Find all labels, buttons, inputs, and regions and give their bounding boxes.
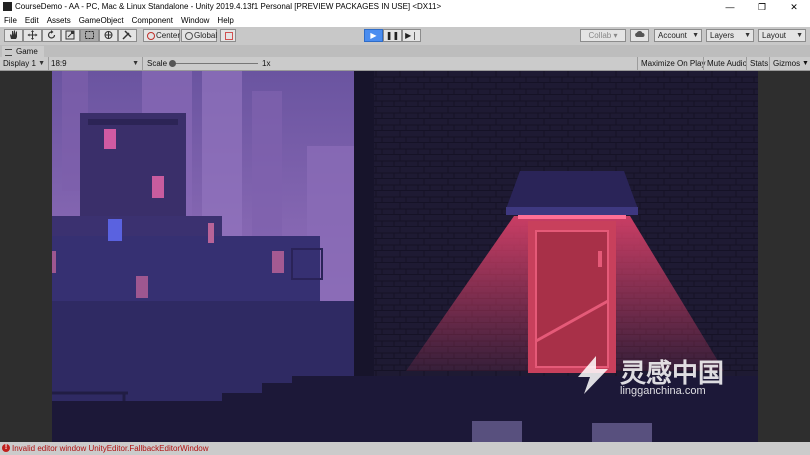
- pivot-center-toggle[interactable]: Center: [143, 29, 180, 42]
- transform-icon: [104, 31, 113, 39]
- play-button[interactable]: ▶: [364, 29, 383, 42]
- scale-slider-track[interactable]: [172, 63, 258, 64]
- divider: [769, 57, 770, 70]
- chevron-down-icon: ▾: [611, 31, 618, 40]
- layout-label: Layout: [762, 31, 787, 40]
- gizmos-chevron-icon[interactable]: ▼: [800, 58, 810, 69]
- space-global-toggle[interactable]: Global: [181, 29, 217, 42]
- game-view-toolbar: Display 1 ▼ 18:9 ▼ Scale 1x Maximize On …: [0, 57, 810, 71]
- transform-tool-button[interactable]: [99, 29, 118, 42]
- maximize-button[interactable]: ❐: [746, 0, 778, 14]
- menu-assets[interactable]: Assets: [43, 14, 75, 27]
- scale-value: 1x: [262, 59, 271, 68]
- chevron-down-icon: ▼: [796, 32, 803, 39]
- status-message[interactable]: Invalid editor window UnityEditor.Fallba…: [12, 443, 209, 454]
- error-icon: !: [2, 444, 10, 452]
- minimize-button[interactable]: —: [714, 0, 746, 14]
- watermark: 灵感中国 lingganchina.com: [572, 351, 757, 411]
- collab-dropdown[interactable]: Collab ▾: [580, 29, 626, 42]
- window-controls: — ❐ ✕: [714, 0, 810, 14]
- divider: [703, 57, 704, 70]
- title-bar: CourseDemo - AA - PC, Mac & Linux Standa…: [0, 0, 810, 14]
- pause-button[interactable]: ❚❚: [383, 29, 402, 42]
- move-tool-button[interactable]: [23, 29, 42, 42]
- chevron-down-icon: ▼: [692, 32, 699, 39]
- unity-logo-icon: [3, 2, 12, 11]
- hand-tool-button[interactable]: [4, 29, 23, 42]
- display-label: Display 1: [3, 59, 36, 68]
- menu-component[interactable]: Component: [128, 14, 177, 27]
- status-bar: ! Invalid editor window UnityEditor.Fall…: [0, 442, 810, 455]
- chevron-down-icon: ▼: [38, 60, 45, 67]
- custom-tool-button[interactable]: [118, 29, 137, 42]
- close-button[interactable]: ✕: [778, 0, 810, 14]
- menu-edit[interactable]: Edit: [21, 14, 43, 27]
- divider: [48, 57, 49, 70]
- cloud-icon: [635, 30, 645, 37]
- account-label: Account: [658, 31, 687, 40]
- rotate-tool-button[interactable]: [42, 29, 61, 42]
- tab-game[interactable]: Game: [2, 46, 44, 57]
- space-label: Global: [194, 31, 218, 40]
- collab-label: Collab: [588, 31, 612, 40]
- move-icon: [27, 30, 38, 40]
- divider: [746, 57, 747, 70]
- divider: [142, 57, 143, 70]
- globe-icon: [185, 32, 193, 40]
- pivot-icon: [147, 32, 155, 40]
- menu-window[interactable]: Window: [177, 14, 213, 27]
- menu-bar: File Edit Assets GameObject Component Wi…: [0, 14, 810, 27]
- gizmos-toggle[interactable]: Gizmos: [771, 58, 802, 69]
- aspect-label: 18:9: [51, 59, 67, 68]
- step-button[interactable]: ▶❘: [402, 29, 421, 42]
- display-dropdown[interactable]: Display 1 ▼: [3, 58, 47, 69]
- tab-row: Game: [0, 45, 810, 57]
- tab-game-label: Game: [16, 47, 38, 56]
- watermark-logo-icon: [578, 356, 608, 394]
- hand-icon: [10, 30, 17, 39]
- maximize-on-play-toggle[interactable]: Maximize On Play: [639, 58, 707, 69]
- account-dropdown[interactable]: Account ▼: [654, 29, 702, 42]
- cloud-button[interactable]: [630, 29, 649, 42]
- game-view-render[interactable]: 灵感中国 lingganchina.com: [52, 71, 758, 442]
- custom-tool-icon: [122, 30, 132, 40]
- rect-icon: [85, 31, 94, 39]
- scale-icon: [65, 30, 75, 40]
- chevron-down-icon: ▼: [744, 32, 751, 39]
- menu-file[interactable]: File: [0, 14, 21, 27]
- snap-grid-icon: [225, 32, 233, 40]
- scale-tool-button[interactable]: [61, 29, 80, 42]
- stats-toggle[interactable]: Stats: [748, 58, 770, 69]
- chevron-down-icon: ▼: [132, 60, 139, 67]
- scale-slider-thumb[interactable]: [169, 60, 176, 67]
- main-toolbar: Center Global ▶ ❚❚ ▶❘ Collab ▾ Account ▼…: [0, 27, 810, 46]
- menu-gameobject[interactable]: GameObject: [75, 14, 128, 27]
- watermark-site: lingganchina.com: [620, 385, 706, 397]
- rotate-icon: [47, 30, 56, 39]
- snap-button[interactable]: [220, 29, 236, 42]
- layers-label: Layers: [710, 31, 735, 40]
- menu-help[interactable]: Help: [213, 14, 237, 27]
- divider: [637, 57, 638, 70]
- layers-dropdown[interactable]: Layers ▼: [706, 29, 754, 42]
- mute-audio-toggle[interactable]: Mute Audio: [705, 58, 749, 69]
- layout-dropdown[interactable]: Layout ▼: [758, 29, 806, 42]
- window-title: CourseDemo - AA - PC, Mac & Linux Standa…: [15, 2, 442, 11]
- aspect-dropdown[interactable]: 18:9 ▼: [51, 58, 141, 69]
- rect-tool-button[interactable]: [80, 29, 99, 42]
- pivot-label: Center: [156, 31, 181, 40]
- tab-menu-icon: [5, 49, 12, 56]
- scale-label: Scale: [147, 59, 168, 68]
